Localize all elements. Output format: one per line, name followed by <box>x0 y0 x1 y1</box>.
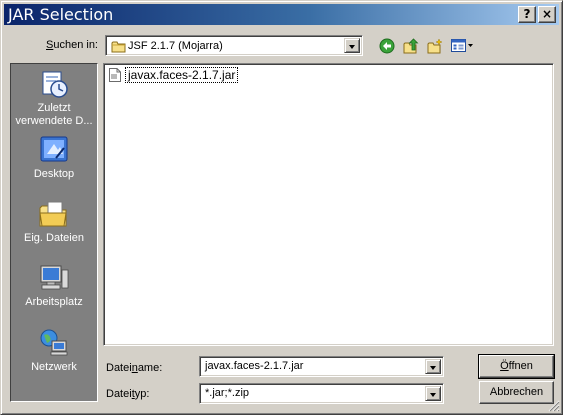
file-type-value: *.jar;*.zip <box>205 387 250 399</box>
window-title: JAR Selection <box>8 5 114 24</box>
file-name-value[interactable]: javax.faces-2.1.7.jar <box>205 360 303 372</box>
places-bar: Zuletzt verwendete D... Desktop Eig. Dat… <box>10 63 98 402</box>
close-button[interactable]: × <box>538 6 556 23</box>
file-type-label-pre: Datei <box>106 388 132 400</box>
file-type-dropdown-arrow[interactable] <box>425 386 441 401</box>
cancel-button[interactable]: Abbrechen <box>479 381 554 404</box>
look-in-value: JSF 2.1.7 (Mojarra) <box>128 40 223 52</box>
file-name-combo[interactable]: javax.faces-2.1.7.jar <box>199 356 444 377</box>
folder-icon <box>111 40 127 57</box>
file-list[interactable]: javax.faces-2.1.7.jar <box>103 63 554 346</box>
place-recent-line2: verwendete D... <box>15 115 93 127</box>
network-icon <box>38 327 70 359</box>
place-recent-line1: Zuletzt <box>37 102 71 114</box>
view-menu-button[interactable] <box>448 35 476 57</box>
place-my-computer[interactable]: Arbeitsplatz <box>11 262 97 309</box>
open-button-label: ffnen <box>508 360 533 372</box>
open-button[interactable]: Öffnen <box>478 354 555 379</box>
file-name-dropdown-arrow[interactable] <box>425 359 441 374</box>
file-type-label-post: yp: <box>134 388 150 400</box>
file-name-label-post: ame: <box>137 362 163 374</box>
resize-grip-icon[interactable] <box>548 400 560 412</box>
place-my-documents[interactable]: Eig. Dateien <box>11 198 97 245</box>
place-my-documents-label: Eig. Dateien <box>24 232 84 244</box>
dialog-window: JAR Selection ? × Suchen in: JSF 2.1.7 (… <box>0 0 563 415</box>
look-in-combo[interactable]: JSF 2.1.7 (Mojarra) <box>105 35 363 56</box>
file-name-label-pre: Datei <box>106 362 132 374</box>
place-my-computer-label: Arbeitsplatz <box>25 296 83 308</box>
my-computer-icon <box>38 262 70 294</box>
place-network-label: Netzwerk <box>31 361 77 373</box>
look-in-dropdown-arrow[interactable] <box>344 38 360 53</box>
desktop-icon <box>38 134 70 166</box>
title-bar[interactable]: JAR Selection ? × <box>4 4 559 25</box>
file-name: javax.faces-2.1.7.jar <box>125 67 239 83</box>
recent-documents-icon <box>38 68 70 100</box>
place-desktop-label: Desktop <box>33 168 75 180</box>
help-button[interactable]: ? <box>518 6 536 23</box>
file-type-combo[interactable]: *.jar;*.zip <box>199 383 444 404</box>
back-button[interactable] <box>376 35 398 57</box>
place-recent[interactable]: Zuletzt verwendete D... <box>11 68 97 128</box>
file-name-label: Dateiname: <box>106 362 162 374</box>
my-documents-icon <box>38 198 70 230</box>
look-in-label-rest: uchen in: <box>53 39 98 51</box>
up-folder-button[interactable] <box>400 35 422 57</box>
new-folder-button[interactable] <box>424 35 446 57</box>
look-in-label: Suchen in: <box>46 39 98 51</box>
file-type-label: Dateityp: <box>106 388 149 400</box>
jar-file-icon <box>108 68 122 85</box>
open-button-accel: Ö <box>500 360 509 372</box>
place-desktop[interactable]: Desktop <box>11 134 97 181</box>
place-network[interactable]: Netzwerk <box>11 327 97 374</box>
